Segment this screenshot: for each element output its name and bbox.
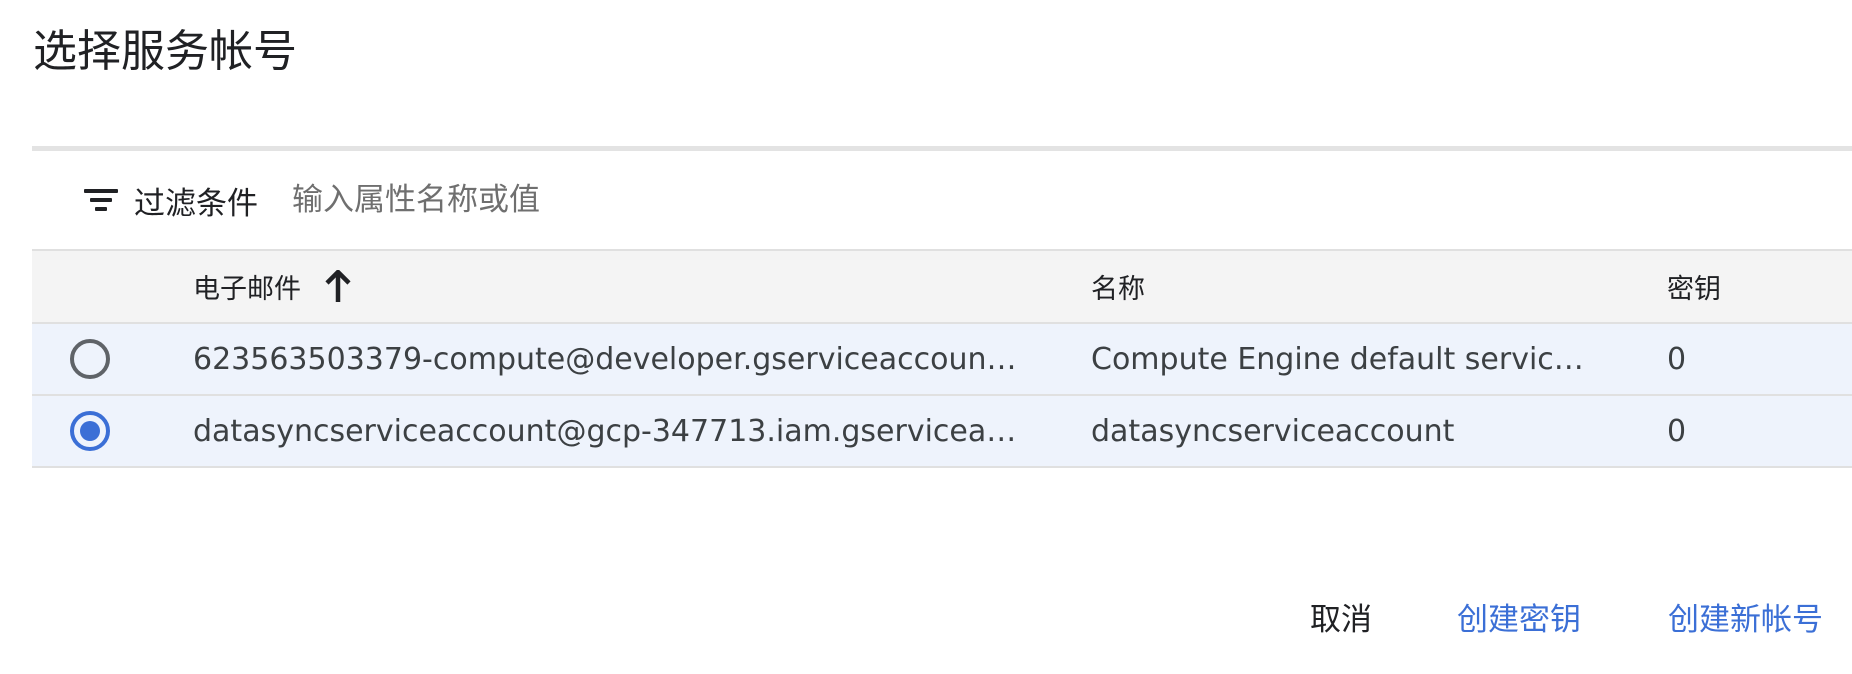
service-account-table-area: 过滤条件 电子邮件 名称 密钥 62356350 (32, 146, 1852, 468)
row-email-text: datasyncserviceaccount@gcp-347713.iam.gs… (193, 413, 1023, 449)
table-header-row: 电子邮件 名称 密钥 (32, 251, 1852, 324)
arrow-upward-icon[interactable] (323, 268, 353, 304)
row-email: datasyncserviceaccount@gcp-347713.iam.gs… (193, 395, 1091, 468)
row-select-cell (32, 323, 193, 396)
dialog-title: 选择服务帐号 (33, 26, 297, 77)
header-keys[interactable]: 密钥 (1667, 251, 1852, 324)
row-name: datasyncserviceaccount (1091, 395, 1667, 468)
row-name-text: datasyncserviceaccount (1091, 413, 1455, 449)
filter-input[interactable] (292, 182, 1192, 218)
table-row[interactable]: datasyncserviceaccount@gcp-347713.iam.gs… (32, 395, 1852, 468)
header-email-label: 电子邮件 (193, 274, 301, 305)
row-name: Compute Engine default service … (1091, 323, 1667, 396)
row-select-cell (32, 395, 193, 468)
header-select-column (32, 251, 193, 324)
cancel-button[interactable]: 取消 (1310, 595, 1372, 645)
filter-label: 过滤条件 (134, 185, 258, 222)
row-name-text: Compute Engine default service … (1091, 341, 1591, 377)
row-keys: 0 (1667, 323, 1852, 396)
dialog-actions: 取消 创建密钥 创建新帐号 (0, 595, 1852, 645)
row-radio-button[interactable] (70, 339, 110, 379)
create-key-button[interactable]: 创建密钥 (1457, 595, 1581, 645)
row-radio-button-selected[interactable] (70, 411, 110, 451)
header-email[interactable]: 电子邮件 (193, 251, 1091, 324)
row-email: 623563503379-compute@developer.gservicea… (193, 323, 1091, 396)
header-name[interactable]: 名称 (1091, 251, 1667, 324)
create-account-button[interactable]: 创建新帐号 (1668, 595, 1823, 645)
row-email-text: 623563503379-compute@developer.gservicea… (193, 341, 1023, 377)
filter-list-icon[interactable] (84, 185, 118, 215)
service-account-table: 电子邮件 名称 密钥 623563503379-compute@develope… (32, 251, 1852, 468)
row-keys: 0 (1667, 395, 1852, 468)
table-row[interactable]: 623563503379-compute@developer.gservicea… (32, 323, 1852, 396)
filter-bar: 过滤条件 (32, 151, 1852, 251)
